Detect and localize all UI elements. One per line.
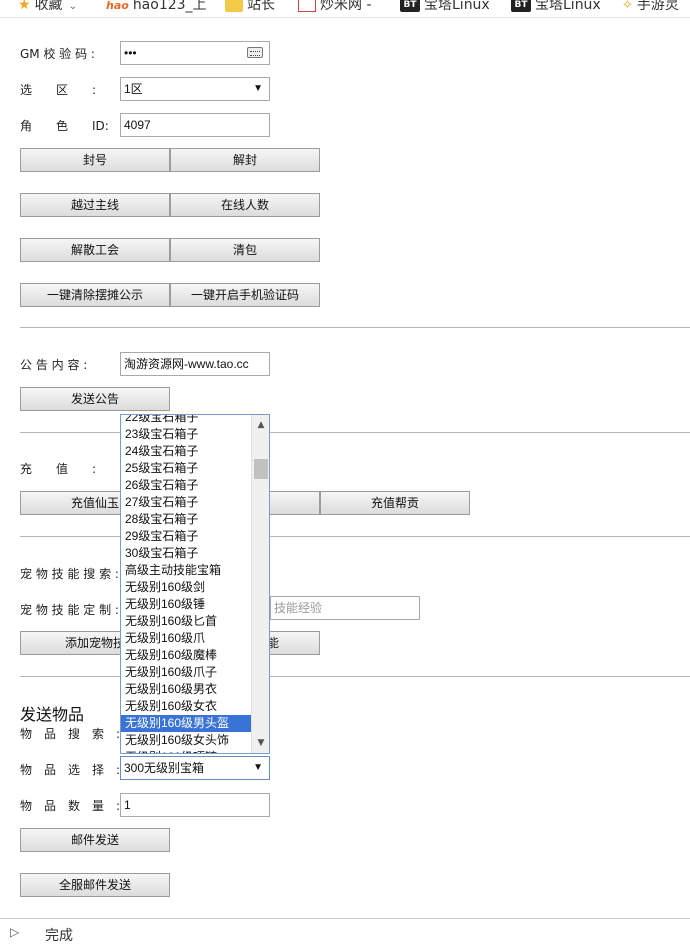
- disband-guild-button[interactable]: 解散工会: [20, 238, 170, 262]
- divider: [20, 327, 690, 328]
- folder-icon: [225, 0, 243, 12]
- bookmark-label: 炒米网 -: [320, 0, 372, 13]
- status-bar: ▷ 完成: [0, 918, 690, 944]
- dropdown-options: 22级宝石箱子 23级宝石箱子 24级宝石箱子 25级宝石箱子 26级宝石箱子 27级宝石…: [121, 415, 251, 753]
- dropdown-option[interactable]: 22级宝石箱子: [121, 415, 251, 426]
- bt-icon: BT: [511, 0, 531, 12]
- zone-select[interactable]: 1区 ▼: [120, 77, 270, 101]
- pet-skill-custom-label: 宠 物 技 能 定 制 :: [20, 603, 119, 617]
- gm-code-label: GM 校 验 码 :: [20, 47, 95, 61]
- dropdown-option[interactable]: 26级宝石箱子: [121, 477, 251, 494]
- clear-bag-button[interactable]: 清包: [170, 238, 320, 262]
- hao123-icon: hao: [106, 0, 129, 12]
- notice-field[interactable]: 淘游资源网-www.tao.cc: [120, 352, 270, 376]
- item-qty-value: 1: [124, 798, 131, 812]
- dropdown-option[interactable]: 无级别160级女衣: [121, 698, 251, 715]
- item-select[interactable]: 300无级别宝箱 ▼: [120, 756, 270, 780]
- dropdown-option[interactable]: 23级宝石箱子: [121, 426, 251, 443]
- dropdown-option[interactable]: 无级别160级魔棒: [121, 647, 251, 664]
- bookmark-zhanzhang[interactable]: 站长: [225, 0, 275, 14]
- item-dropdown-list[interactable]: 22级宝石箱子 23级宝石箱子 24级宝石箱子 25级宝石箱子 26级宝石箱子 27级宝石…: [120, 414, 270, 754]
- dropdown-scrollbar[interactable]: ▲ ▼: [251, 415, 269, 753]
- chevron-down-icon: ⌄: [68, 1, 77, 12]
- bookmark-label: 站长: [247, 0, 275, 13]
- bookmark-label: 手游灵: [636, 0, 679, 13]
- spark-icon: ✧: [622, 0, 633, 13]
- item-select-label: 物 品 选 择 :: [20, 763, 121, 777]
- pet-skill-search-label: 宠 物 技 能 搜 索 :: [20, 567, 119, 581]
- dropdown-option[interactable]: 24级宝石箱子: [121, 443, 251, 460]
- dropdown-arrow-icon: ▼: [253, 83, 263, 94]
- notice-label: 公 告 内 容 :: [20, 358, 88, 372]
- recharge-label: 充 值 :: [20, 462, 97, 476]
- unban-button[interactable]: 解封: [170, 148, 320, 172]
- play-icon[interactable]: ▷: [10, 925, 19, 939]
- bookmark-label: hao123_上: [132, 0, 207, 13]
- bookmark-label: 收藏: [34, 0, 63, 13]
- bookmark-label: 宝塔Linux: [424, 0, 490, 13]
- dropdown-option[interactable]: 无级别160级爪: [121, 630, 251, 647]
- skill-exp-field[interactable]: 技能经验: [270, 596, 420, 620]
- bookmark-label: 宝塔Linux: [535, 0, 601, 13]
- bookmarks-bar: ★ 收藏 ⌄ hao hao123_上 站长 炒米网 - BT 宝塔Linux BT 宝塔…: [0, 0, 690, 18]
- bookmark-bt-2[interactable]: BT 宝塔Linux: [511, 0, 601, 14]
- dropdown-option[interactable]: 30级宝石箱子: [121, 545, 251, 562]
- dropdown-option[interactable]: 无级别160级女头饰: [121, 732, 251, 749]
- role-id-label: 角 色 ID:: [20, 119, 109, 133]
- dropdown-option[interactable]: 无级别160级男头盔: [121, 715, 251, 732]
- dropdown-option[interactable]: 高级主动技能宝箱: [121, 562, 251, 579]
- dropdown-option[interactable]: 无级别160级剑: [121, 579, 251, 596]
- ban-button[interactable]: 封号: [20, 148, 170, 172]
- bt-icon: BT: [400, 0, 420, 12]
- chart-icon: [298, 0, 316, 12]
- dropdown-option[interactable]: 28级宝石箱子: [121, 511, 251, 528]
- scroll-thumb[interactable]: [254, 459, 268, 479]
- item-qty-field[interactable]: 1: [120, 793, 270, 817]
- mail-all-button[interactable]: 全服邮件发送: [20, 873, 170, 897]
- zone-label: 选 区 :: [20, 83, 97, 97]
- bookmark-shouyou[interactable]: ✧ 手游灵: [622, 0, 679, 14]
- skill-exp-placeholder: 技能经验: [274, 601, 323, 615]
- keyboard-icon[interactable]: [247, 47, 263, 58]
- item-search-label: 物 品 搜 索 :: [20, 727, 121, 741]
- item-select-value: 300无级别宝箱: [124, 761, 205, 775]
- dropdown-option[interactable]: 27级宝石箱子: [121, 494, 251, 511]
- item-qty-label: 物 品 数 量 :: [20, 799, 121, 813]
- role-id-value: 4097: [124, 118, 151, 132]
- dropdown-option[interactable]: 无级别160级爪子: [121, 664, 251, 681]
- skip-mainline-button[interactable]: 越过主线: [20, 193, 170, 217]
- recharge-guild-button[interactable]: 充值帮贡: [320, 491, 470, 515]
- bookmark-hao123[interactable]: hao hao123_上: [106, 0, 207, 14]
- dropdown-option[interactable]: 无级别160级男衣: [121, 681, 251, 698]
- status-text: 完成: [45, 928, 73, 944]
- dropdown-option[interactable]: 29级宝石箱子: [121, 528, 251, 545]
- dropdown-arrow-icon: ▼: [253, 762, 263, 773]
- bookmark-favorites[interactable]: ★ 收藏 ⌄: [18, 0, 77, 14]
- notice-value: 淘游资源网-www.tao.cc: [124, 357, 249, 371]
- gm-code-value: •••: [124, 46, 137, 60]
- scroll-up-icon[interactable]: ▲: [252, 417, 269, 433]
- mail-send-button[interactable]: 邮件发送: [20, 828, 170, 852]
- clear-stall-button[interactable]: 一键清除摆摊公示: [20, 283, 170, 307]
- zone-value: 1区: [124, 82, 143, 96]
- online-count-button[interactable]: 在线人数: [170, 193, 320, 217]
- role-id-field[interactable]: 4097: [120, 113, 270, 137]
- dropdown-option[interactable]: 无级别160级匕首: [121, 613, 251, 630]
- dropdown-option[interactable]: 无级别160级项链: [121, 749, 251, 753]
- enable-sms-button[interactable]: 一键开启手机验证码: [170, 283, 320, 307]
- bookmark-bt-1[interactable]: BT 宝塔Linux: [400, 0, 490, 14]
- dropdown-option[interactable]: 25级宝石箱子: [121, 460, 251, 477]
- send-notice-button[interactable]: 发送公告: [20, 387, 170, 411]
- bookmark-chaomi[interactable]: 炒米网 -: [298, 0, 372, 14]
- star-icon: ★: [18, 0, 31, 13]
- dropdown-option[interactable]: 无级别160级锤: [121, 596, 251, 613]
- gm-code-field[interactable]: •••: [120, 41, 270, 65]
- send-items-heading: 发送物品: [20, 707, 85, 724]
- scroll-down-icon[interactable]: ▼: [252, 735, 269, 751]
